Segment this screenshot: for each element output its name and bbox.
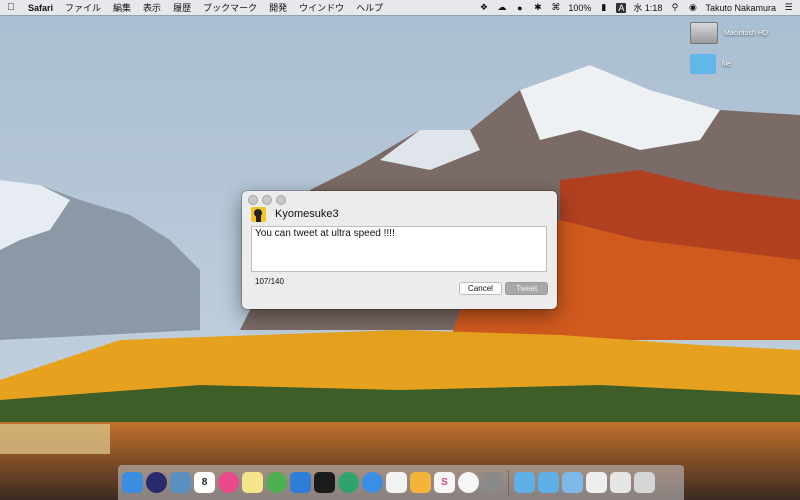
hard-drive-icon xyxy=(690,22,718,44)
dock-separator xyxy=(508,469,509,496)
dropbox-icon[interactable]: ❖ xyxy=(478,2,489,13)
creative-cloud-icon[interactable]: ● xyxy=(514,3,525,13)
menu-edit[interactable]: 編集 xyxy=(107,1,137,14)
menu-app-name[interactable]: Safari xyxy=(22,3,59,13)
desktop-icon-macintosh-hd[interactable]: Macintosh HD xyxy=(690,22,780,44)
documents-stack-icon[interactable] xyxy=(562,472,583,493)
menu-history[interactable]: 履歴 xyxy=(167,1,197,14)
trash-icon[interactable] xyxy=(634,472,655,493)
username-label: Kyomesuke3 xyxy=(275,208,339,220)
finder-icon[interactable] xyxy=(122,472,143,493)
siri-icon[interactable] xyxy=(146,472,167,493)
menu-clock[interactable]: 水 1:18 xyxy=(633,1,662,14)
user-avatar xyxy=(251,207,266,222)
numbers-icon[interactable] xyxy=(386,472,407,493)
preview-icon[interactable] xyxy=(170,472,191,493)
tweet-text-input[interactable]: You can tweet at ultra speed !!!! xyxy=(251,226,547,272)
spotlight-icon[interactable]: ⚲ xyxy=(669,2,680,13)
menu-bookmarks[interactable]: ブックマーク xyxy=(197,1,263,14)
tweet-button[interactable]: Tweet xyxy=(505,282,548,295)
window-controls xyxy=(248,195,286,205)
atom-icon[interactable] xyxy=(338,472,359,493)
desktop-icon-file[interactable]: file xyxy=(690,54,780,74)
character-counter: 107/140 xyxy=(255,277,284,286)
zoom-button[interactable] xyxy=(276,195,286,205)
close-button[interactable] xyxy=(248,195,258,205)
itunes-icon[interactable] xyxy=(218,472,239,493)
window-stack-icon[interactable] xyxy=(610,472,631,493)
safari-icon[interactable] xyxy=(362,472,383,493)
apple-icon[interactable]:  xyxy=(0,2,22,13)
menu-user-name[interactable]: Takuto Nakamura xyxy=(705,3,776,13)
notification-center-icon[interactable]: ☰ xyxy=(783,2,794,13)
notes-icon[interactable] xyxy=(242,472,263,493)
dock: 8S xyxy=(118,465,684,500)
menu-file[interactable]: ファイル xyxy=(59,1,107,14)
input-source[interactable]: A xyxy=(616,2,627,13)
minimize-button[interactable] xyxy=(262,195,272,205)
bluetooth-icon[interactable]: ✱ xyxy=(532,2,543,13)
user-avatar-icon[interactable]: ◉ xyxy=(687,2,698,13)
tweet-window: Kyomesuke3 You can tweet at ultra speed … xyxy=(242,191,557,309)
battery-icon[interactable]: ▮ xyxy=(598,2,609,13)
calendar-icon[interactable]: 8 xyxy=(194,472,215,493)
photos-icon[interactable] xyxy=(458,472,479,493)
folder-icon xyxy=(690,54,716,74)
downloads-folder-icon[interactable] xyxy=(514,472,535,493)
menu-develop[interactable]: 開発 xyxy=(263,1,293,14)
applications-folder-icon[interactable] xyxy=(538,472,559,493)
cloud-icon[interactable]: ☁ xyxy=(496,2,507,13)
mail-stack-icon[interactable] xyxy=(586,472,607,493)
android-studio-icon[interactable] xyxy=(266,472,287,493)
terminal-icon[interactable] xyxy=(314,472,335,493)
battery-percentage[interactable]: 100% xyxy=(568,3,591,13)
sketch-icon[interactable] xyxy=(410,472,431,493)
system-preferences-icon[interactable] xyxy=(482,472,503,493)
desktop-icon-label: Macintosh HD xyxy=(724,29,768,37)
menu-bar:  Safari ファイル 編集 表示 履歴 ブックマーク 開発 ウインドウ ヘ… xyxy=(0,0,800,15)
slack-icon[interactable]: S xyxy=(434,472,455,493)
menu-window[interactable]: ウインドウ xyxy=(293,1,350,14)
xcode-icon[interactable] xyxy=(290,472,311,493)
menu-help[interactable]: ヘルプ xyxy=(350,1,389,14)
desktop-icon-label: file xyxy=(722,60,731,68)
menu-view[interactable]: 表示 xyxy=(137,1,167,14)
wifi-icon[interactable]: ⌘ xyxy=(550,2,561,13)
cancel-button[interactable]: Cancel xyxy=(459,282,502,295)
